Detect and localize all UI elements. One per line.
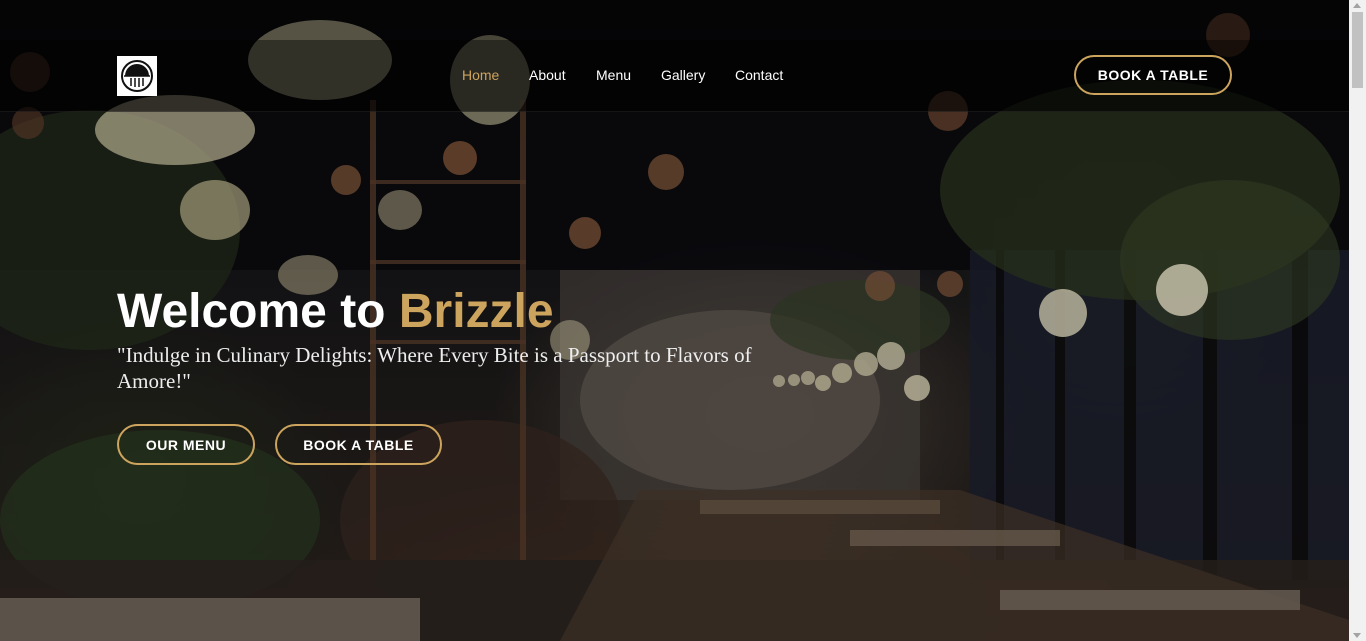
page: Home About Menu Gallery Contact BOOK A T… bbox=[0, 0, 1366, 641]
nav-about-link[interactable]: About bbox=[529, 67, 566, 83]
nav-home-link[interactable]: Home bbox=[462, 67, 499, 83]
scroll-up-arrow-icon[interactable] bbox=[1353, 3, 1361, 8]
topbar-strip bbox=[0, 0, 1349, 40]
scroll-down-arrow-icon[interactable] bbox=[1353, 633, 1361, 638]
header-book-table-button[interactable]: BOOK A TABLE bbox=[1074, 55, 1232, 95]
nav-menu-link[interactable]: Menu bbox=[596, 67, 631, 83]
hero-tagline: "Indulge in Culinary Delights: Where Eve… bbox=[117, 343, 752, 393]
our-menu-button[interactable]: OUR MENU bbox=[117, 424, 255, 465]
hero-brand-name: Brizzle bbox=[398, 285, 554, 338]
site-header: Home About Menu Gallery Contact BOOK A T… bbox=[0, 40, 1349, 112]
hero-title-prefix: Welcome to bbox=[117, 285, 399, 338]
nav-gallery-link[interactable]: Gallery bbox=[661, 67, 705, 83]
scrollbar-thumb[interactable] bbox=[1352, 12, 1363, 88]
nav-contact-link[interactable]: Contact bbox=[735, 67, 783, 83]
page-scrollbar[interactable] bbox=[1349, 0, 1366, 641]
hero-title: Welcome to Brizzle bbox=[117, 284, 554, 340]
hero-book-table-button[interactable]: BOOK A TABLE bbox=[275, 424, 442, 465]
